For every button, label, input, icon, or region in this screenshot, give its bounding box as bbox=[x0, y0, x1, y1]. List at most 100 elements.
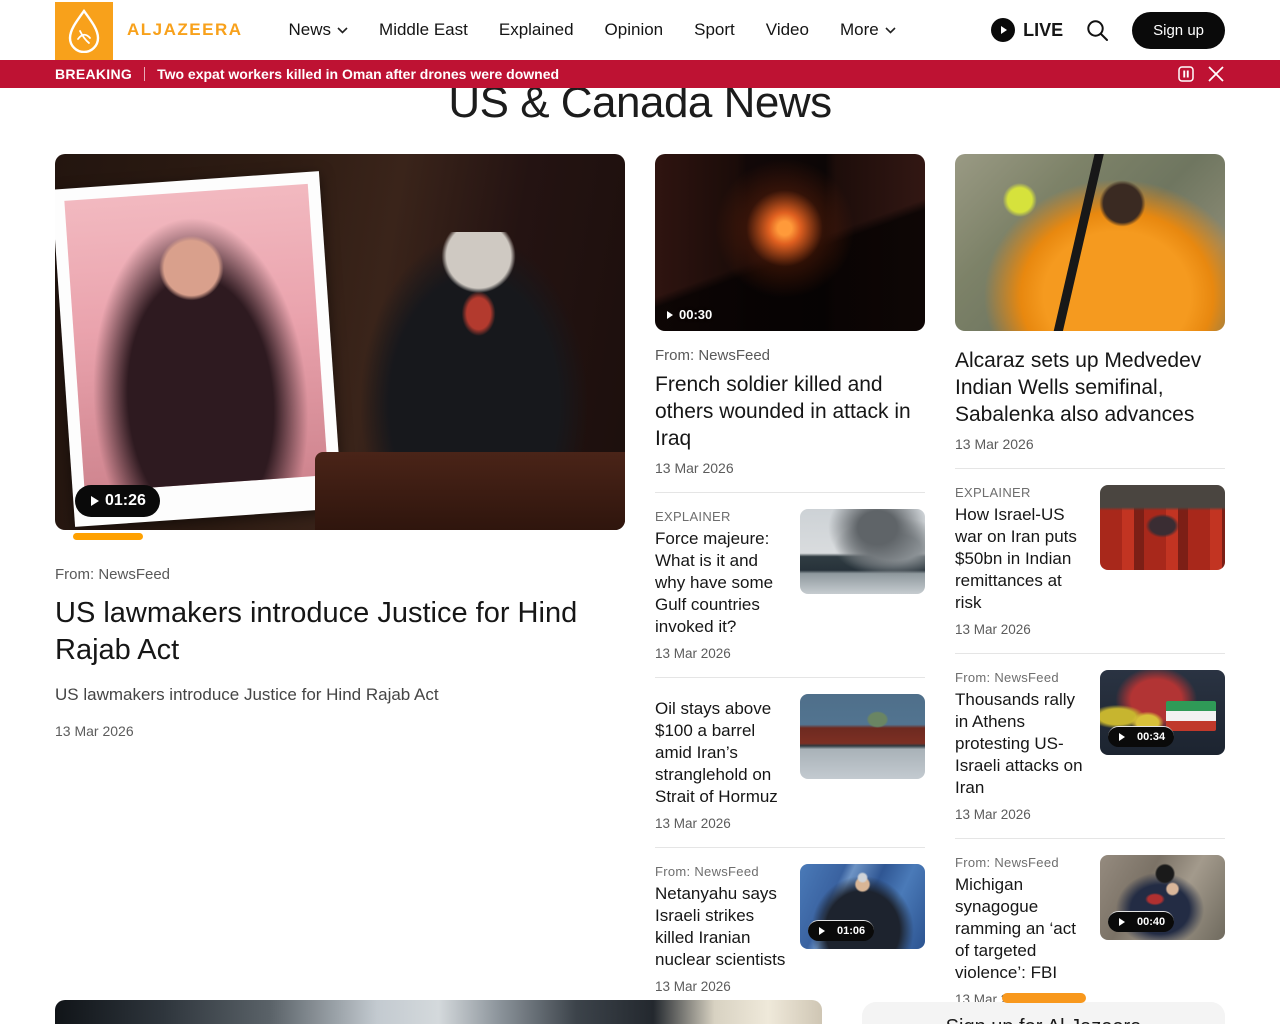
article-kicker: From: NewsFeed bbox=[655, 864, 788, 879]
right-column: Alcaraz sets up Medvedev Indian Wells se… bbox=[955, 154, 1225, 1023]
bottom-section: Sign up for Al Jazeera bbox=[55, 993, 1225, 1024]
nav-label: More bbox=[840, 20, 879, 40]
pause-icon bbox=[1178, 66, 1194, 82]
breaking-controls bbox=[1178, 65, 1225, 83]
duration-label: 00:34 bbox=[1137, 731, 1165, 743]
nav-label: Explained bbox=[499, 20, 574, 40]
breaking-news-bar: BREAKING Two expat workers killed in Oma… bbox=[0, 60, 1280, 88]
newsletter-handle bbox=[1002, 993, 1086, 1003]
featured-article: 01:26 From: NewsFeed US lawmakers introd… bbox=[55, 154, 625, 1023]
article-date: 13 Mar 2026 bbox=[655, 816, 788, 831]
pause-ticker-button[interactable] bbox=[1178, 66, 1194, 82]
nav-item-middle-east[interactable]: Middle East bbox=[379, 20, 468, 40]
play-circle-icon bbox=[991, 18, 1015, 42]
middle-column: 00:30 From: NewsFeed French soldier kill… bbox=[655, 154, 925, 1023]
article-thumbnail[interactable] bbox=[800, 509, 925, 594]
article-card: EXPLAINER Force majeure: What is it and … bbox=[655, 492, 925, 677]
search-button[interactable] bbox=[1085, 18, 1110, 43]
article-date: 13 Mar 2026 bbox=[955, 436, 1225, 452]
video-duration-badge: 00:40 bbox=[1108, 911, 1174, 932]
podium bbox=[315, 452, 625, 530]
nav-item-news[interactable]: News bbox=[289, 20, 349, 40]
nav-label: Video bbox=[766, 20, 809, 40]
video-duration-badge: 01:26 bbox=[75, 485, 160, 517]
nav-item-more[interactable]: More bbox=[840, 20, 896, 40]
poster-photo bbox=[55, 171, 342, 527]
article-title[interactable]: Netanyahu says Israeli strikes killed Ir… bbox=[655, 883, 788, 971]
article-title[interactable]: Thousands rally in Athens protesting US-… bbox=[955, 689, 1088, 799]
aljazeera-logo-mark bbox=[64, 9, 104, 53]
article-title[interactable]: Alcaraz sets up Medvedev Indian Wells se… bbox=[955, 347, 1225, 428]
play-icon bbox=[1119, 733, 1125, 741]
live-button[interactable]: LIVE bbox=[991, 18, 1063, 42]
article-title[interactable]: How Israel-US war on Iran puts $50bn in … bbox=[955, 504, 1088, 614]
article-thumbnail[interactable] bbox=[955, 154, 1225, 331]
chevron-down-icon bbox=[337, 27, 348, 34]
aljazeera-logo[interactable] bbox=[55, 2, 113, 60]
top-navigation-bar: ALJAZEERA News Middle East Explained Opi… bbox=[0, 0, 1280, 60]
video-duration: 00:30 bbox=[665, 307, 712, 322]
article-card: Oil stays above $100 a barrel amid Iran’… bbox=[655, 677, 925, 847]
close-icon bbox=[1207, 65, 1225, 83]
breaking-headline[interactable]: Two expat workers killed in Oman after d… bbox=[157, 66, 559, 82]
nav-label: Sport bbox=[694, 20, 735, 40]
nav-item-video[interactable]: Video bbox=[766, 20, 809, 40]
nav-label: News bbox=[289, 20, 332, 40]
iran-flag bbox=[1166, 701, 1216, 732]
article-thumbnail[interactable] bbox=[800, 694, 925, 779]
play-icon bbox=[667, 311, 673, 319]
featured-video-thumbnail[interactable]: 01:26 bbox=[55, 154, 625, 530]
nav-item-opinion[interactable]: Opinion bbox=[605, 20, 664, 40]
video-thumbnail[interactable]: 00:30 bbox=[655, 154, 925, 331]
nav-item-sport[interactable]: Sport bbox=[694, 20, 735, 40]
video-progress-bar bbox=[73, 533, 143, 540]
article-thumbnail[interactable] bbox=[1100, 485, 1225, 570]
article-date: 13 Mar 2026 bbox=[655, 646, 788, 661]
sign-up-button[interactable]: Sign up bbox=[1132, 12, 1225, 49]
breaking-separator bbox=[144, 67, 145, 81]
article-title[interactable]: US lawmakers introduce Justice for Hind … bbox=[55, 595, 625, 669]
article-card: EXPLAINER How Israel-US war on Iran puts… bbox=[955, 468, 1225, 653]
article-kicker: From: NewsFeed bbox=[55, 566, 625, 583]
article-kicker: EXPLAINER bbox=[655, 509, 788, 524]
article-title[interactable]: Force majeure: What is it and why have s… bbox=[655, 528, 788, 638]
article-title[interactable]: French soldier killed and others wounded… bbox=[655, 371, 925, 452]
article-thumbnail[interactable] bbox=[55, 1000, 822, 1024]
article-card: From: NewsFeed Netanyahu says Israeli st… bbox=[655, 847, 925, 1010]
brand-wordmark[interactable]: ALJAZEERA bbox=[127, 20, 243, 40]
nav-item-explained[interactable]: Explained bbox=[499, 20, 574, 40]
speaker-figure bbox=[359, 232, 589, 472]
duration-label: 01:26 bbox=[105, 492, 146, 510]
video-thumbnail[interactable]: 01:06 bbox=[800, 864, 925, 949]
article-kicker: EXPLAINER bbox=[955, 485, 1088, 500]
article-date: 13 Mar 2026 bbox=[955, 807, 1088, 822]
nav-label: Middle East bbox=[379, 20, 468, 40]
article-kicker: From: NewsFeed bbox=[655, 347, 925, 364]
article-date: 13 Mar 2026 bbox=[55, 723, 625, 739]
article-title[interactable]: Michigan synagogue ramming an ‘act of ta… bbox=[955, 874, 1088, 984]
main-nav: News Middle East Explained Opinion Sport… bbox=[289, 20, 896, 40]
article-kicker: From: NewsFeed bbox=[955, 670, 1088, 685]
video-duration-badge: 00:34 bbox=[1108, 726, 1174, 747]
live-label: LIVE bbox=[1023, 20, 1063, 41]
video-thumbnail[interactable]: 00:40 bbox=[1100, 855, 1225, 940]
article-date: 13 Mar 2026 bbox=[955, 622, 1088, 637]
article-excerpt: US lawmakers introduce Justice for Hind … bbox=[55, 685, 625, 705]
article-card: Alcaraz sets up Medvedev Indian Wells se… bbox=[955, 154, 1225, 468]
article-date: 13 Mar 2026 bbox=[655, 460, 925, 476]
tennis-racket bbox=[1049, 154, 1108, 331]
newsletter-card: Sign up for Al Jazeera bbox=[862, 1002, 1225, 1024]
article-card: From: NewsFeed Thousands rally in Athens… bbox=[955, 653, 1225, 838]
article-date: 13 Mar 2026 bbox=[655, 979, 788, 994]
nav-label: Opinion bbox=[605, 20, 664, 40]
article-title[interactable]: Oil stays above $100 a barrel amid Iran’… bbox=[655, 698, 788, 808]
breaking-label: BREAKING bbox=[55, 66, 132, 82]
duration-label: 00:40 bbox=[1137, 916, 1165, 928]
chevron-down-icon bbox=[885, 27, 896, 34]
close-breaking-button[interactable] bbox=[1207, 65, 1225, 83]
article-kicker: From: NewsFeed bbox=[955, 855, 1088, 870]
article-card: 00:30 From: NewsFeed French soldier kill… bbox=[655, 154, 925, 492]
duration-label: 01:06 bbox=[837, 925, 865, 937]
video-thumbnail[interactable]: 00:34 bbox=[1100, 670, 1225, 755]
play-icon bbox=[819, 927, 825, 935]
